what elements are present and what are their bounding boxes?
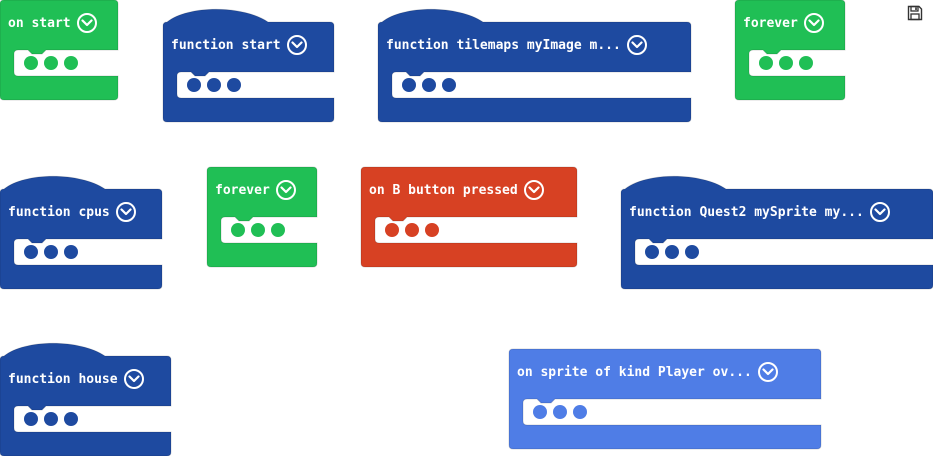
forever-2-label: forever <box>215 183 270 198</box>
dot-icon <box>685 245 699 259</box>
chevron-down-icon[interactable] <box>523 180 544 200</box>
dot-icon <box>64 412 78 426</box>
function-start-block-shape <box>162 8 335 123</box>
forever-2-block-shape <box>206 166 318 268</box>
on-start-label: on start <box>8 16 71 31</box>
dot-icon <box>44 56 58 70</box>
function-cpus-block-shape <box>0 175 163 290</box>
chevron-down-icon[interactable] <box>115 202 136 222</box>
on-start-collapsed-dots[interactable] <box>24 56 78 70</box>
dot-icon <box>759 56 773 70</box>
dot-icon <box>422 78 436 92</box>
forever-2-collapsed-dots[interactable] <box>231 223 285 237</box>
function-house-collapsed-dots[interactable] <box>24 412 78 426</box>
function-start-collapsed-dots[interactable] <box>187 78 241 92</box>
function-start-block[interactable]: function start <box>162 5 335 123</box>
dot-icon <box>442 78 456 92</box>
dot-icon <box>44 245 58 259</box>
dot-icon <box>385 223 399 237</box>
on-sprite-overlap-label: on sprite of kind Player ov... <box>517 365 752 380</box>
on-b-button-label: on B button pressed <box>369 183 518 198</box>
dot-icon <box>44 412 58 426</box>
function-quest2-block[interactable]: function Quest2 mySprite my... <box>620 172 933 290</box>
dot-icon <box>227 78 241 92</box>
forever-1-block-shape <box>734 0 846 101</box>
dot-icon <box>24 245 38 259</box>
function-cpus-collapsed-dots[interactable] <box>24 245 78 259</box>
dot-icon <box>207 78 221 92</box>
dot-icon <box>405 223 419 237</box>
dot-icon <box>645 245 659 259</box>
dot-icon <box>24 412 38 426</box>
dot-icon <box>24 56 38 70</box>
on-sprite-overlap-collapsed-dots[interactable] <box>533 405 587 419</box>
dot-icon <box>533 405 547 419</box>
dot-icon <box>779 56 793 70</box>
chevron-down-icon[interactable] <box>76 13 97 33</box>
dot-icon <box>665 245 679 259</box>
function-tilemaps-collapsed-dots[interactable] <box>402 78 456 92</box>
function-tilemaps-block[interactable]: function tilemaps myImage m... <box>377 5 692 123</box>
forever-2-block[interactable]: forever <box>206 166 318 268</box>
forever-1-block[interactable]: forever <box>734 0 846 101</box>
function-quest2-block-shape <box>620 175 933 290</box>
dot-icon <box>271 223 285 237</box>
dot-icon <box>553 405 567 419</box>
dot-icon <box>64 56 78 70</box>
chevron-down-icon[interactable] <box>123 369 144 389</box>
function-tilemaps-label: function tilemaps myImage m... <box>386 38 621 53</box>
function-house-block[interactable]: function house <box>0 339 172 456</box>
on-b-button-block[interactable]: on B button pressed <box>360 166 578 268</box>
function-quest2-collapsed-dots[interactable] <box>645 245 699 259</box>
on-b-button-block-shape <box>360 166 578 268</box>
function-start-label: function start <box>171 38 281 53</box>
function-house-block-shape <box>0 342 172 456</box>
dot-icon <box>231 223 245 237</box>
chevron-down-icon[interactable] <box>626 35 647 55</box>
dot-icon <box>251 223 265 237</box>
dot-icon <box>187 78 201 92</box>
dot-icon <box>402 78 416 92</box>
dot-icon <box>573 405 587 419</box>
on-b-button-collapsed-dots[interactable] <box>385 223 439 237</box>
on-start-block[interactable]: on start <box>0 0 119 101</box>
on-start-block-shape <box>0 0 119 101</box>
function-quest2-label: function Quest2 mySprite my... <box>629 205 864 220</box>
function-tilemaps-block-shape <box>377 8 692 123</box>
on-sprite-overlap-block[interactable]: on sprite of kind Player ov... <box>508 348 822 450</box>
chevron-down-icon[interactable] <box>869 202 890 222</box>
save-icon[interactable] <box>907 5 923 21</box>
chevron-down-icon[interactable] <box>803 13 824 33</box>
dot-icon <box>425 223 439 237</box>
dot-icon <box>799 56 813 70</box>
function-house-label: function house <box>8 372 118 387</box>
forever-1-label: forever <box>743 16 798 31</box>
function-cpus-label: function cpus <box>8 205 110 220</box>
chevron-down-icon[interactable] <box>286 35 307 55</box>
function-cpus-block[interactable]: function cpus <box>0 172 163 290</box>
chevron-down-icon[interactable] <box>275 180 296 200</box>
chevron-down-icon[interactable] <box>757 362 778 382</box>
forever-1-collapsed-dots[interactable] <box>759 56 813 70</box>
dot-icon <box>64 245 78 259</box>
